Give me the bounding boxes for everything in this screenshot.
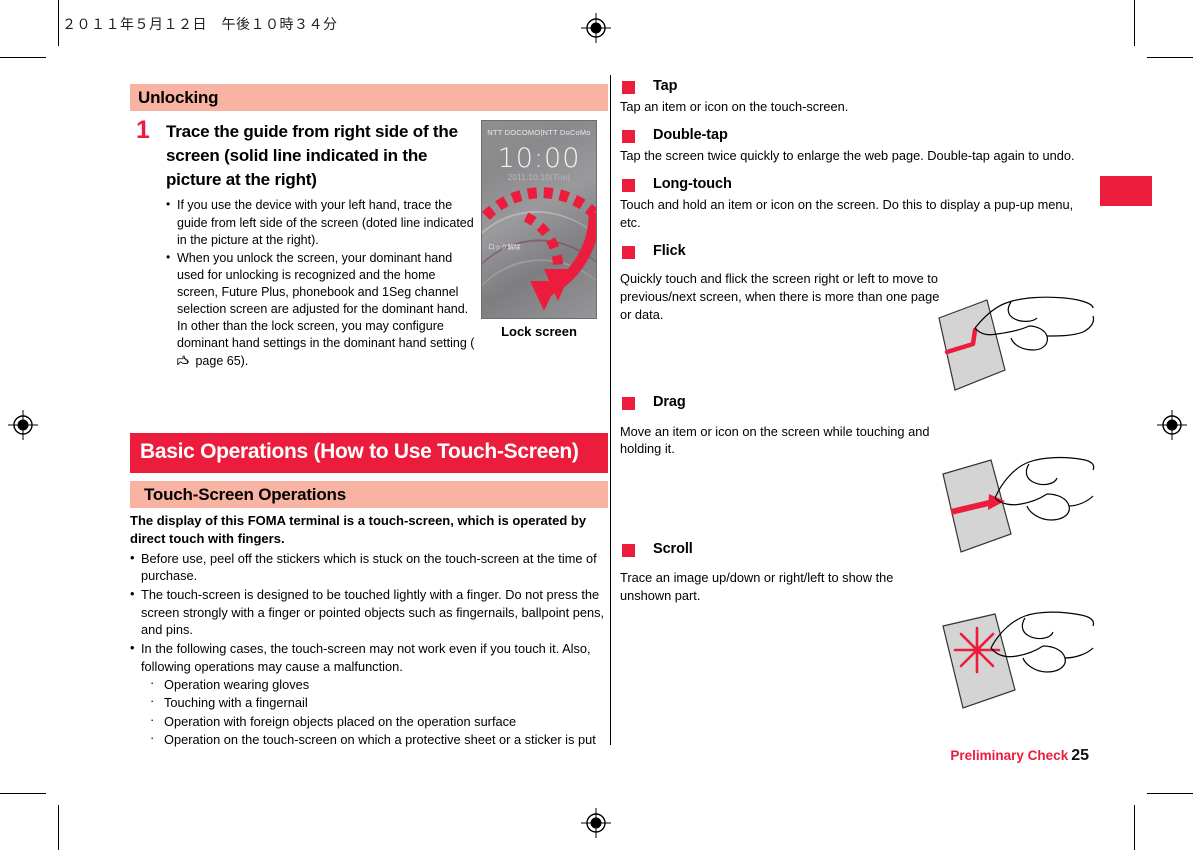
operation-heading-text: Drag (653, 394, 686, 411)
hand-drag-icon (942, 456, 1095, 553)
left-bullet-list: Before use, peel off the stickers which … (130, 549, 608, 676)
step-bullet-1: If you use the device with your left han… (166, 196, 478, 248)
page-footer: Preliminary Check 25 (950, 747, 1089, 765)
hand-flick-icon (938, 296, 1095, 391)
operation-block-long-touch: Long-touch Touch and hold an item or ico… (620, 176, 1090, 232)
red-square-bullet-icon (622, 245, 635, 259)
column-divider (610, 75, 611, 745)
operation-body-tap: Tap an item or icon on the touch-screen. (620, 99, 849, 115)
left-bullet-2: The touch-screen is designed to be touch… (130, 585, 608, 639)
step-bullet-list: If you use the device with your left han… (166, 196, 478, 370)
crop-mark-top-right-vertical (1134, 0, 1135, 46)
crop-mark-top-right-horizontal (1147, 57, 1193, 58)
operation-block-drag: Drag Move an item or icon on the screen … (620, 394, 1090, 458)
red-square-bullet-icon (622, 179, 635, 193)
left-sub-bullet-4: Operation on the touch-screen on which a… (130, 729, 608, 749)
manual-page: ２０１１年５月１２日 午後１０時３４分 Unlocking 1 Trace th… (0, 0, 1193, 850)
section-heading-unlocking: Unlocking (130, 84, 608, 111)
operation-heading-flick: Flick (620, 243, 1090, 260)
lead-paragraph: The display of this FOMA terminal is a t… (130, 513, 587, 547)
crop-mark-top-left-horizontal (0, 57, 46, 58)
step-title: Trace the guide from right side of the s… (166, 122, 458, 190)
hand-scroll-icon (942, 611, 1095, 709)
chapter-heading: Basic Operations (How to Use Touch-Scree… (130, 432, 608, 474)
red-square-bullet-icon (622, 130, 635, 144)
operation-heading-long-touch: Long-touch (620, 176, 1090, 193)
registration-mark-right (1157, 410, 1187, 440)
chapter-thumb-tab (1100, 176, 1152, 206)
registration-mark-top (581, 13, 611, 43)
operation-body-flick: Quickly touch and flick the screen right… (620, 271, 940, 322)
operation-heading-text: Scroll (653, 540, 693, 557)
red-square-bullet-icon (622, 397, 635, 411)
registration-mark-left (8, 410, 38, 440)
unlock-guide-arrows-icon (482, 187, 596, 311)
operation-body-scroll: Trace an image up/down or right/left to … (620, 570, 894, 603)
step-bullet-2: When you unlock the screen, your dominan… (166, 249, 478, 370)
crop-mark-bottom-right-vertical (1134, 805, 1135, 850)
operation-heading-text: Long-touch (653, 176, 732, 193)
crop-mark-bottom-right-horizontal (1147, 793, 1193, 794)
crop-mark-top-left-vertical (58, 0, 59, 46)
crop-mark-bottom-left-vertical (58, 805, 59, 850)
lock-screen-image: NTT DOCOMO|NTT DoCoMo 10:00 2011.10.10(T… (481, 120, 597, 319)
footer-chapter-label: Preliminary Check (950, 748, 1069, 763)
running-header-timestamp: ２０１１年５月１２日 午後１０時３４分 (62, 17, 338, 33)
left-sub-bullet-list: Operation wearing gloves Touching with a… (130, 674, 608, 749)
operation-heading-text: Tap (653, 78, 678, 94)
operation-block-tap: Tap Tap an item or icon on the touch-scr… (620, 78, 1090, 116)
operation-body-double-tap: Tap the screen twice quickly to enlarge … (620, 148, 1075, 164)
crop-mark-bottom-left-horizontal (0, 793, 46, 794)
operation-body-drag: Move an item or icon on the screen while… (620, 423, 930, 457)
left-bullet-3: In the following cases, the touch-screen… (130, 639, 608, 675)
footer-page-number: 25 (1071, 747, 1089, 764)
operation-body-long-touch: Touch and hold an item or icon on the sc… (620, 197, 1074, 231)
left-sub-bullet-3: Operation with foreign objects placed on… (130, 711, 608, 731)
step-number: 1 (136, 116, 150, 144)
left-sub-bullet-2: Touching with a fingernail (130, 692, 608, 712)
operation-heading-double-tap: Double-tap (620, 127, 1090, 144)
left-sub-bullet-1: Operation wearing gloves (130, 674, 608, 694)
operation-heading-text: Flick (653, 242, 686, 259)
registration-mark-bottom (581, 808, 611, 838)
step-bullet-2-suffix: page 65). (192, 353, 249, 368)
operation-heading-tap: Tap (620, 78, 1090, 95)
figure-caption: Lock screen (501, 324, 577, 339)
red-square-bullet-icon (622, 81, 635, 94)
left-bullet-1: Before use, peel off the stickers which … (130, 549, 608, 585)
red-square-bullet-icon (622, 543, 635, 557)
pointing-hand-reference-icon (177, 355, 189, 365)
lock-screen-figure: NTT DOCOMO|NTT DoCoMo 10:00 2011.10.10(T… (481, 120, 597, 339)
operation-heading-text: Double-tap (653, 127, 728, 144)
step-bullet-2-text: When you unlock the screen, your dominan… (177, 250, 475, 351)
subsection-heading-touch-screen-operations: Touch-Screen Operations (130, 481, 608, 509)
operation-block-double-tap: Double-tap Tap the screen twice quickly … (620, 127, 1090, 165)
